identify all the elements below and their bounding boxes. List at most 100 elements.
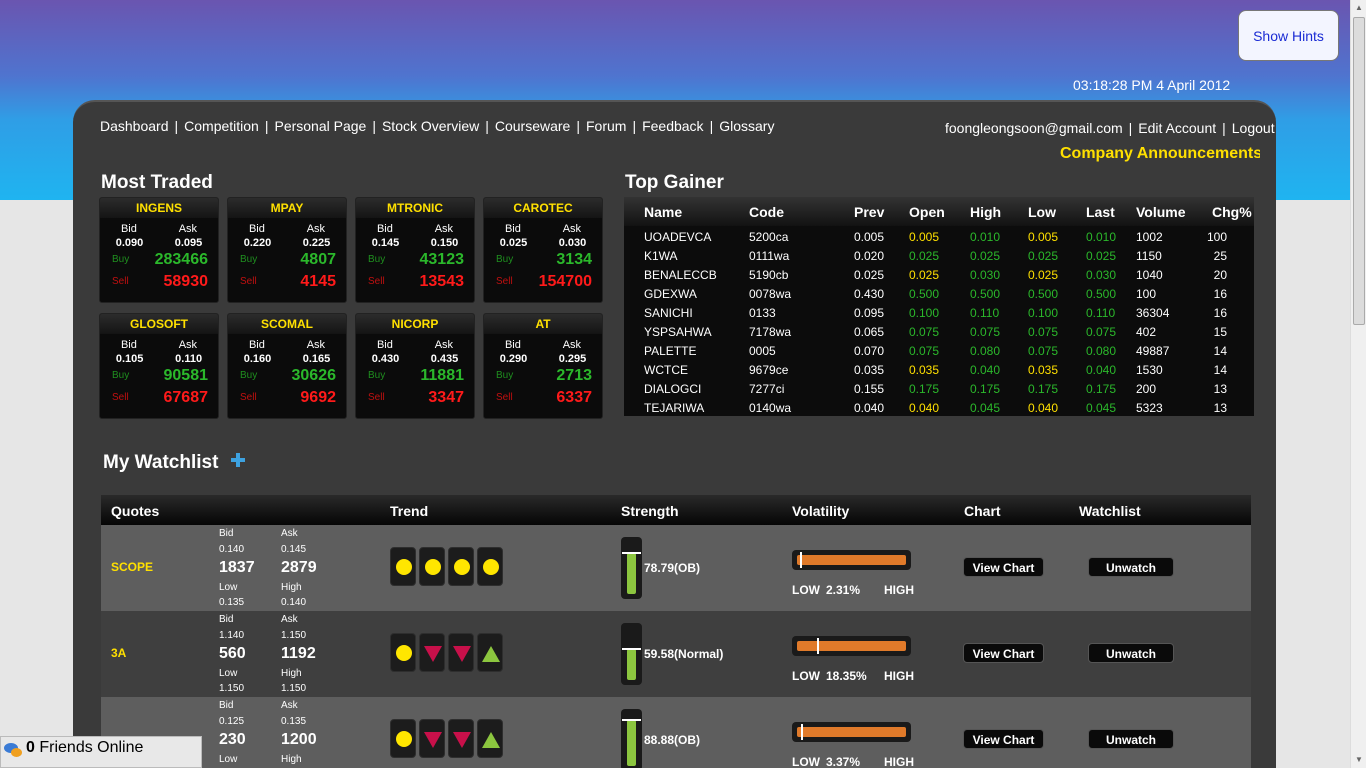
quote-name[interactable]: 3A	[111, 646, 126, 660]
cell-high: 0.500	[970, 287, 1001, 301]
tile-buy-volume: 4807	[300, 251, 336, 268]
tile-sell-label: Sell	[112, 392, 129, 403]
bid-label: Bid	[219, 700, 234, 711]
trend-cell	[448, 547, 474, 586]
table-row[interactable]: DIALOGCI 7277ci 0.155 0.175 0.175 0.175 0.175 2…	[624, 379, 1254, 398]
strength-fill	[627, 720, 636, 766]
quote-name[interactable]: SCOPE	[111, 560, 153, 574]
col-open: Open	[909, 204, 945, 220]
logout-link[interactable]: Logout	[1232, 120, 1275, 136]
table-row[interactable]: TEJARIWA 0140wa 0.040 0.040 0.045 0.040 0.045 5…	[624, 398, 1254, 417]
stock-tile[interactable]: SCOMAL Bid Ask 0.160 0.165 Buy 30626 Sell 9692	[227, 313, 347, 419]
cell-prev: 0.065	[854, 325, 885, 339]
unwatch-button[interactable]: Unwatch	[1088, 729, 1174, 749]
unwatch-button[interactable]: Unwatch	[1088, 557, 1174, 577]
tile-ask-value: 0.165	[302, 353, 331, 365]
trend-up-icon	[482, 732, 500, 748]
tile-bid-label: Bid	[120, 223, 137, 235]
table-row[interactable]: PALETTE 0005 0.070 0.075 0.080 0.075 0.080 4988…	[624, 341, 1254, 360]
tile-ask-value: 0.095	[174, 237, 203, 249]
account-email-link[interactable]: foongleongsoon@gmail.com	[945, 120, 1123, 136]
table-row[interactable]: K1WA 0111wa 0.020 0.025 0.025 0.025 0.025 1150 2…	[624, 246, 1254, 265]
bid-price: 0.125	[219, 716, 245, 727]
add-watchlist-icon[interactable]	[230, 452, 246, 468]
friends-online-bar[interactable]: 0 Friends Online	[0, 736, 202, 768]
watchlist-title: My Watchlist	[103, 452, 219, 473]
cell-high: 0.110	[970, 306, 1000, 320]
neutral-dot-icon	[396, 731, 412, 747]
cell-low: 0.500	[1028, 287, 1059, 301]
volatility-value: 18.35%	[826, 669, 867, 683]
nav-stock-overview[interactable]: Stock Overview	[382, 118, 479, 134]
cell-chg: 16	[1213, 306, 1227, 320]
tile-buy-volume: 3134	[556, 251, 592, 268]
stock-tile[interactable]: AT Bid Ask 0.290 0.295 Buy 2713 Sell 6337	[483, 313, 603, 419]
view-chart-button[interactable]: View Chart	[963, 729, 1044, 749]
tile-buy-label: Buy	[112, 254, 130, 265]
scroll-thumb[interactable]	[1353, 17, 1365, 325]
nav-courseware[interactable]: Courseware	[495, 118, 570, 134]
cell-code: 0111wa	[749, 249, 790, 263]
bid-price: 0.140	[219, 544, 245, 555]
trend-cell	[419, 547, 445, 586]
bid-price: 1.140	[219, 630, 245, 641]
table-row[interactable]: WCTCE 9679ce 0.035 0.035 0.040 0.035 0.040 1530…	[624, 360, 1254, 379]
nav-glossary[interactable]: Glossary	[719, 118, 774, 134]
volatility-fill	[797, 641, 906, 651]
cell-last: 0.040	[1086, 363, 1117, 377]
nav-forum[interactable]: Forum	[586, 118, 626, 134]
nav-personal-page[interactable]: Personal Page	[274, 118, 366, 134]
nav-competition[interactable]: Competition	[184, 118, 259, 134]
table-row[interactable]: UOADEVCA 5200ca 0.005 0.005 0.010 0.005 0.010 1…	[624, 227, 1254, 246]
volatility-gauge	[792, 636, 911, 656]
cell-name: K1WA	[644, 249, 678, 263]
tile-stock-name: AT	[484, 314, 602, 334]
cell-volume: 200	[1136, 382, 1157, 396]
nav-feedback[interactable]: Feedback	[642, 118, 703, 134]
trend-up-icon	[482, 646, 500, 662]
stock-tile[interactable]: GLOSOFT Bid Ask 0.105 0.110 Buy 90581 Sell 67687	[99, 313, 219, 419]
edit-account-link[interactable]: Edit Account	[1138, 120, 1216, 136]
table-row[interactable]: GDEXWA 0078wa 0.430 0.500 0.500 0.500 0.500 100…	[624, 284, 1254, 303]
stock-tile[interactable]: MPAY Bid Ask 0.220 0.225 Buy 4807 Sell 4145	[227, 197, 347, 303]
watchlist-row: Bid Ask 0.125 0.135 230 1200 Low High 88.88(OB) L…	[101, 697, 1251, 768]
view-chart-button[interactable]: View Chart	[963, 643, 1044, 663]
table-row[interactable]: YSPSAHWA 7178wa 0.065 0.075 0.075 0.075 0.075 4…	[624, 322, 1254, 341]
tile-sell-volume: 67687	[163, 389, 209, 406]
trend-cell	[448, 719, 474, 758]
col-code: Code	[749, 204, 784, 220]
trend-down-icon	[453, 646, 471, 662]
scroll-up-icon[interactable]: ▲	[1351, 0, 1366, 16]
volatility-marker	[817, 638, 819, 654]
stock-tile[interactable]: MTRONIC Bid Ask 0.145 0.150 Buy 43123 Sell 13543	[355, 197, 475, 303]
cell-code: 0078wa	[749, 287, 792, 301]
cell-code: 7277ci	[749, 382, 785, 396]
tile-bid-label: Bid	[504, 339, 521, 351]
col-chg: Chg%	[1212, 204, 1252, 220]
low-label: Low	[219, 668, 238, 679]
table-row[interactable]: SANICHI 0133 0.095 0.100 0.110 0.100 0.110 3630…	[624, 303, 1254, 322]
show-hints-button[interactable]: Show Hints	[1238, 10, 1339, 61]
cell-last: 0.010	[1086, 230, 1117, 244]
tile-buy-volume: 30626	[291, 367, 337, 384]
tile-ask-label: Ask	[306, 339, 326, 351]
ask-volume: 1200	[281, 731, 317, 748]
wl-col-chart: Chart	[964, 503, 1001, 519]
ask-label: Ask	[281, 700, 298, 711]
cell-high: 0.075	[970, 325, 1001, 339]
stock-tile[interactable]: INGENS Bid Ask 0.090 0.095 Buy 283466 Sell 58930	[99, 197, 219, 303]
company-announcements-ticker[interactable]: Company Announcements	[1060, 145, 1260, 163]
vertical-scrollbar[interactable]: ▲ ▼	[1350, 0, 1366, 768]
table-row[interactable]: BENALECCB 5190cb 0.025 0.025 0.030 0.025 0.030…	[624, 265, 1254, 284]
stock-tile[interactable]: NICORP Bid Ask 0.430 0.435 Buy 11881 Sell 3347	[355, 313, 475, 419]
view-chart-button[interactable]: View Chart	[963, 557, 1044, 577]
cell-open: 0.075	[909, 325, 940, 339]
scroll-down-icon[interactable]: ▼	[1351, 752, 1366, 768]
unwatch-button[interactable]: Unwatch	[1088, 643, 1174, 663]
most-traded-title: Most Traded	[101, 172, 213, 193]
stock-tile[interactable]: CAROTEC Bid Ask 0.025 0.030 Buy 3134 Sell 154700	[483, 197, 603, 303]
nav-dashboard[interactable]: Dashboard	[100, 118, 169, 134]
tile-ask-label: Ask	[434, 339, 454, 351]
neutral-dot-icon	[454, 559, 470, 575]
trend-down-icon	[453, 732, 471, 748]
